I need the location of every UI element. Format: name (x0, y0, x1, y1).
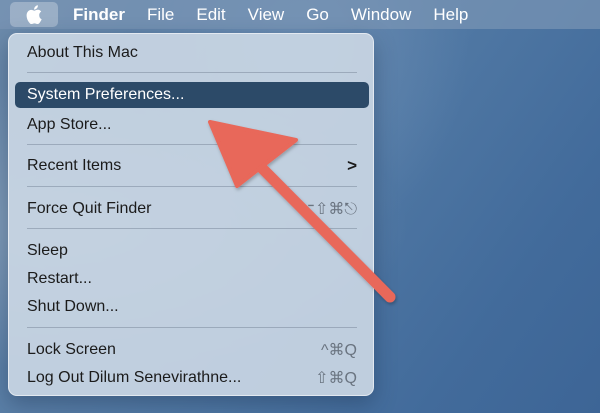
menu-item-shut-down[interactable]: Shut Down... (15, 294, 369, 320)
chevron-right-icon: > (347, 156, 357, 175)
menu-help[interactable]: Help (422, 0, 479, 29)
menu-separator (27, 186, 357, 187)
menu-window[interactable]: Window (340, 0, 422, 29)
menu-view[interactable]: View (237, 0, 296, 29)
apple-menu-button[interactable] (10, 2, 58, 27)
menu-item-label: Lock Screen (27, 341, 116, 358)
menu-separator (27, 228, 357, 229)
apple-logo-icon (26, 5, 42, 24)
menu-item-label: System Preferences... (27, 86, 185, 103)
menu-item-about-this-mac[interactable]: About This Mac (15, 40, 369, 66)
menu-item-force-quit-finder[interactable]: Force Quit Finder ⌥⇧⌘⎋ (15, 196, 369, 222)
menu-item-app-store[interactable]: App Store... (15, 112, 369, 138)
menu-item-recent-items[interactable]: Recent Items > (15, 153, 369, 179)
menu-item-label: Recent Items (27, 157, 122, 174)
menu-separator (27, 327, 357, 328)
menu-separator (27, 144, 357, 145)
menu-go[interactable]: Go (295, 0, 340, 29)
menu-item-label: Force Quit Finder (27, 200, 152, 217)
menu-file[interactable]: File (136, 0, 185, 29)
menu-item-label: About This Mac (27, 44, 138, 61)
keyboard-shortcut: ^⌘Q (321, 342, 357, 359)
menu-item-lock-screen[interactable]: Lock Screen ^⌘Q (15, 337, 369, 363)
menu-separator (27, 72, 357, 73)
menu-item-label: App Store... (27, 116, 112, 133)
menu-item-label: Shut Down... (27, 298, 119, 315)
apple-menu-dropdown: About This Mac System Preferences... App… (8, 33, 374, 396)
keyboard-shortcut: ⇧⌘Q (315, 370, 357, 387)
menu-item-restart[interactable]: Restart... (15, 266, 369, 292)
menu-bar: Finder File Edit View Go Window Help (0, 0, 600, 29)
menu-item-label: Restart... (27, 270, 92, 287)
menu-item-sleep[interactable]: Sleep (15, 238, 369, 264)
menu-item-log-out[interactable]: Log Out Dilum Senevirathne... ⇧⌘Q (15, 365, 369, 391)
menu-finder[interactable]: Finder (62, 0, 136, 29)
menu-edit[interactable]: Edit (185, 0, 236, 29)
menu-item-label: Sleep (27, 242, 68, 259)
menu-item-label: Log Out Dilum Senevirathne... (27, 369, 242, 386)
menu-item-system-preferences[interactable]: System Preferences... (15, 82, 369, 108)
keyboard-shortcut: ⌥⇧⌘⎋ (296, 201, 358, 218)
